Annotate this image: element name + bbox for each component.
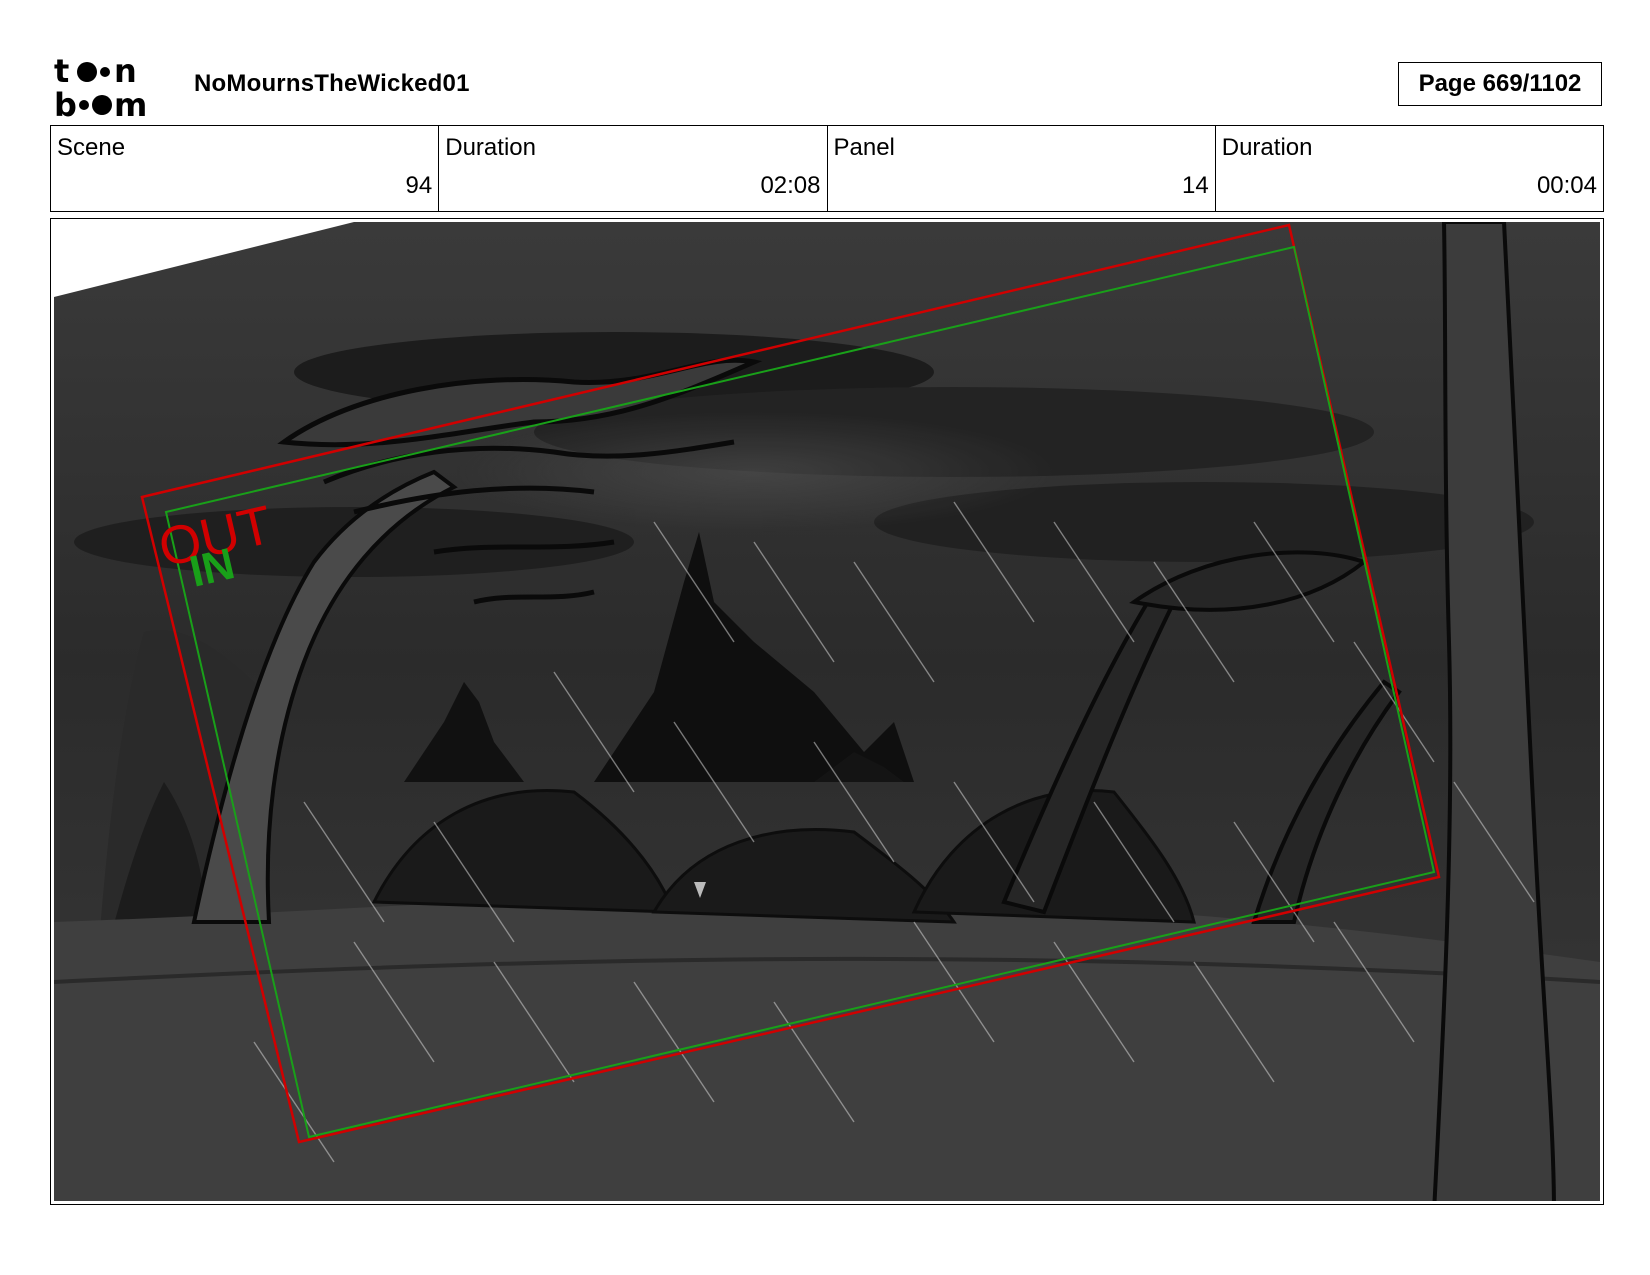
panel-value: 14 (1182, 172, 1209, 199)
panel-artwork: OUT IN (54, 222, 1600, 1201)
svg-text:b: b (54, 86, 77, 118)
toonboom-logo: t n b m (54, 54, 147, 118)
scene-duration-value: 02:08 (760, 172, 821, 199)
svg-text:t: t (54, 54, 69, 90)
panel-duration-label: Duration (1221, 134, 1313, 161)
scene-cell: Scene 94 (51, 126, 440, 211)
ground (54, 895, 1600, 1201)
page-label: Page (1418, 70, 1476, 97)
page-indicator: Page 669/1102 (1398, 62, 1602, 106)
page-number: 669/1102 (1482, 70, 1582, 97)
svg-text:n: n (114, 54, 137, 90)
scene-info-table: Scene 94 Duration 02:08 Panel 14 Duratio… (50, 125, 1604, 212)
scene-duration-cell: Duration 02:08 (439, 126, 828, 211)
storyboard-panel: OUT IN (50, 218, 1604, 1205)
scene-value: 94 (405, 172, 433, 199)
scene-label: Scene (57, 134, 126, 161)
project-title: NoMournsTheWicked01 (194, 70, 470, 97)
panel-duration-cell: Duration 00:04 (1216, 126, 1603, 211)
panel-label: Panel (833, 134, 895, 161)
panel-cell: Panel 14 (828, 126, 1216, 211)
svg-text:m: m (114, 86, 147, 118)
panel-duration-value: 00:04 (1536, 172, 1597, 199)
scene-duration-label: Duration (445, 134, 536, 161)
